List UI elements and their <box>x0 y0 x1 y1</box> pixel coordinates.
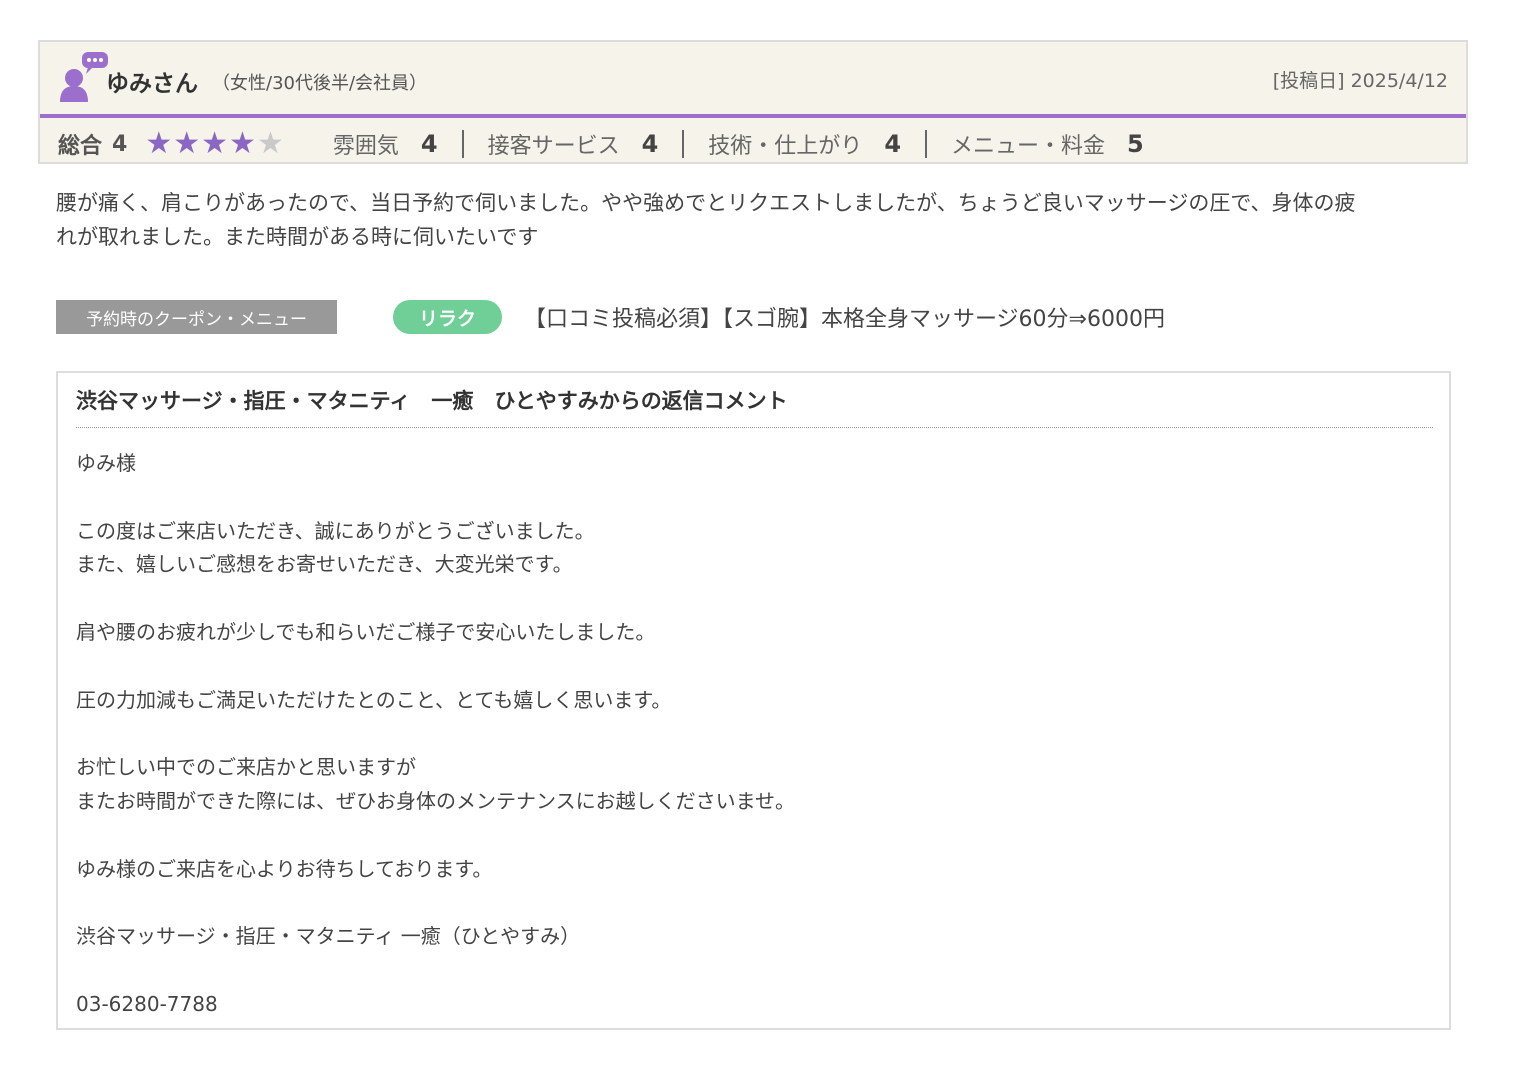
reviewer-name: ゆみさん <box>106 71 198 97</box>
rating-label: メニュー・料金 <box>951 134 1106 159</box>
overall-label: 総合 <box>58 134 103 159</box>
reply-line: お忙しい中でのご来店かと思いますが <box>76 755 416 780</box>
coupon-title-link[interactable]: 【口コミ投稿必須】【スゴ腕】本格全身マッサージ60分⇒6000円 <box>524 301 1165 333</box>
reply-text: ゆみ様この度はご来店いただき、誠にありがとうございました。 また、嬉しいご感想をお… <box>76 447 795 1022</box>
reply-line: 圧の力加減もご満足いただけたとのこと、とても嬉しく思います。 <box>76 687 672 712</box>
reply-line: またお時間ができた際には、ぜひお身体のメンテナンスにお越しくださいませ。 <box>76 788 795 813</box>
review-body: 腰が痛く、肩こりがあったので、当日予約で伺いました。やや強めでとリクエストしまし… <box>56 186 1456 254</box>
rating-value: 4 <box>641 130 659 158</box>
reply-line <box>76 886 795 920</box>
rating-atmosphere: 雰囲気 4 <box>333 128 438 160</box>
rating-label: 技術・仕上がり <box>708 134 863 159</box>
rating-service: 接客サービス 4 <box>488 128 659 160</box>
reply-line: また、嬉しいご感想をお寄せいただき、大変光栄です。 <box>76 552 573 577</box>
reply-box: 渋谷マッサージ・指圧・マタニティ 一癒 ひとやすみからの返信コメント ゆみ様この… <box>56 371 1451 1030</box>
reply-line: 肩や腰のお疲れが少しでも和らいだご様子で安心いたしました。 <box>76 619 656 644</box>
overall-value: 4 <box>112 131 128 157</box>
star-rating: ★ ★ ★ ★ ★ <box>145 129 285 159</box>
rating-label: 雰囲気 <box>332 134 399 159</box>
rating-separator <box>461 130 464 158</box>
reply-line: 03-6280-7788 <box>76 991 218 1016</box>
rating-separator <box>925 130 928 158</box>
coupon-category-badge: リラク <box>393 300 502 334</box>
coupon-label: 予約時のクーポン・メニュー <box>56 300 337 334</box>
rating-value: 4 <box>884 130 902 158</box>
rating-separator <box>682 130 685 158</box>
review-header: ゆみさん （女性/30代後半/会社員） [投稿日] 2025/4/12 <box>40 42 1466 118</box>
review-body-line: れが取れました。また時間がある時に伺いたいです <box>56 225 539 249</box>
reply-title: 渋谷マッサージ・指圧・マタニティ 一癒 ひとやすみからの返信コメント <box>76 389 788 413</box>
reply-line: ゆみ様のご来店を心よりお待ちしております。 <box>76 856 493 881</box>
reply-line <box>76 717 795 751</box>
reply-line <box>76 819 795 853</box>
reply-divider <box>76 427 1433 428</box>
star-filled-icon: ★ <box>229 126 256 161</box>
reply-line <box>76 481 795 515</box>
rating-value: 5 <box>1127 130 1144 158</box>
rating-label: 接客サービス <box>487 134 620 159</box>
reply-line: 渋谷マッサージ・指圧・マタニティ 一癒（ひとやすみ） <box>76 924 581 949</box>
reply-line: ゆみ様 <box>76 451 136 475</box>
rating-technique: 技術・仕上がり 4 <box>708 128 901 160</box>
rating-value: 4 <box>420 130 438 158</box>
review-body-line: 腰が痛く、肩こりがあったので、当日予約で伺いました。やや強めでとリクエストしまし… <box>56 191 1356 215</box>
reply-line <box>76 650 795 684</box>
review-card: ゆみさん （女性/30代後半/会社員） [投稿日] 2025/4/12 総合 4… <box>38 40 1468 164</box>
rating-menu-price: メニュー・料金 5 <box>951 128 1144 160</box>
ratings-row: 総合 4 ★ ★ ★ ★ ★ 雰囲気 4 接客サービス 4 技術・仕上がり 4 メニュー… <box>58 126 1144 162</box>
star-filled-icon: ★ <box>201 126 229 161</box>
star-filled-icon: ★ <box>173 126 201 161</box>
reply-line: この度はご来店いただき、誠にありがとうございました。 <box>76 518 595 543</box>
coupon-row: 予約時のクーポン・メニュー リラク 【口コミ投稿必須】【スゴ腕】本格全身マッサー… <box>56 300 1165 334</box>
post-date: [投稿日] 2025/4/12 <box>1272 70 1448 92</box>
header-divider <box>40 114 1466 118</box>
reply-line <box>76 954 795 988</box>
star-empty-icon: ★ <box>256 126 284 161</box>
reviewer-attributes: （女性/30代後半/会社員） <box>212 73 428 94</box>
reply-line <box>76 582 795 616</box>
star-filled-icon: ★ <box>145 126 173 161</box>
